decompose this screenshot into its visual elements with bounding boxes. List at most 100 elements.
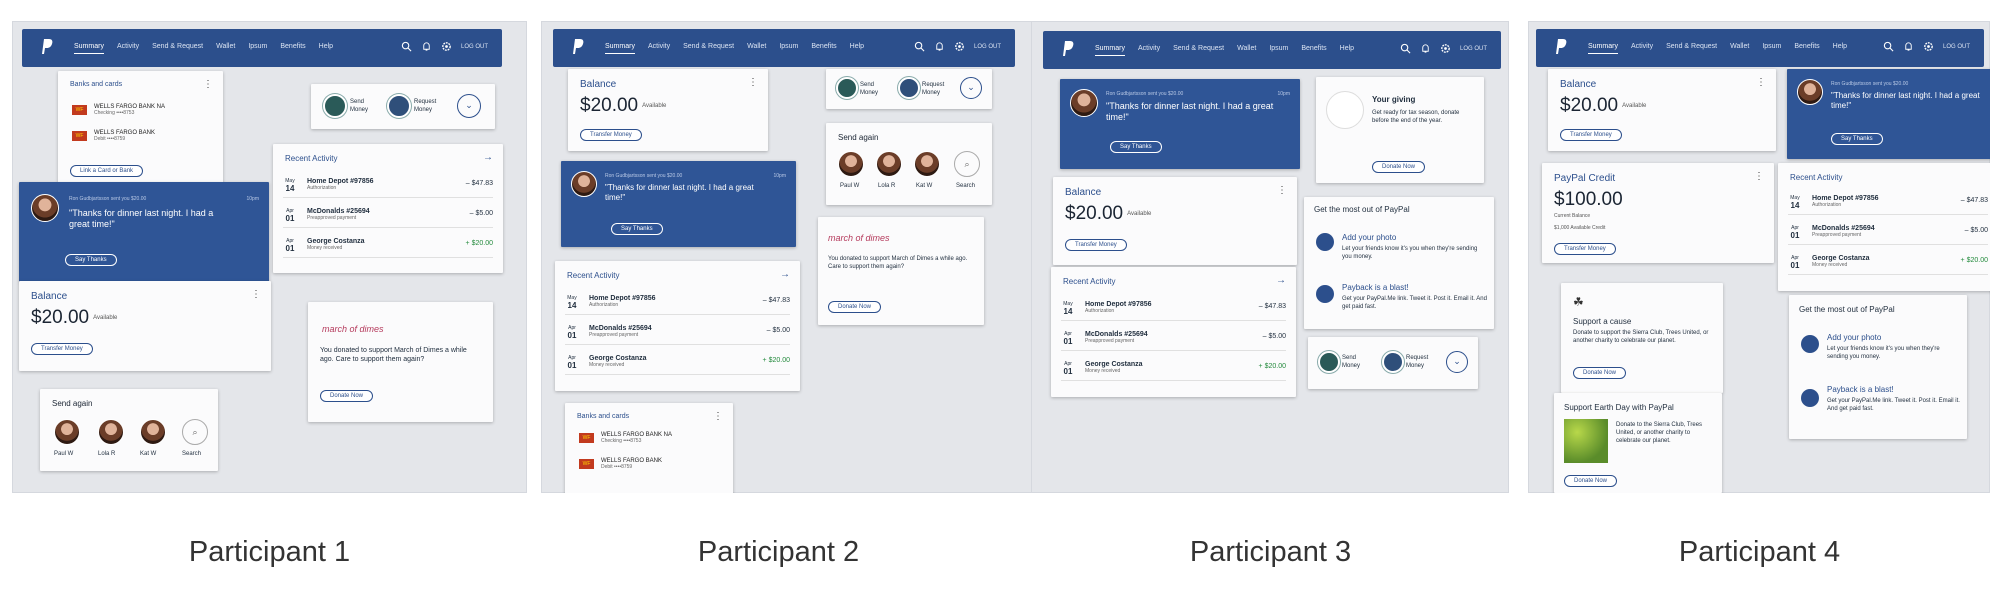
nav-ipsum[interactable]: Ipsum	[1762, 43, 1781, 50]
search-icon[interactable]: ⌕	[954, 151, 980, 177]
search-icon[interactable]: ⌕	[182, 419, 208, 445]
most-item-title[interactable]: Payback is a blast!	[1827, 385, 1894, 394]
nav-ipsum[interactable]: Ipsum	[779, 43, 798, 50]
transfer-money-button[interactable]: Transfer Money	[1554, 243, 1616, 255]
nav-wallet[interactable]: Wallet	[1730, 43, 1749, 50]
nav-ipsum[interactable]: Ipsum	[248, 43, 267, 50]
activity-row[interactable]: Apr 01 George Costanza Money received + $20.…	[565, 349, 790, 375]
arrow-right-icon[interactable]: →	[780, 269, 790, 280]
search-icon[interactable]	[1400, 43, 1411, 54]
request-money-label[interactable]: Request Money	[414, 98, 446, 114]
gear-icon[interactable]	[954, 41, 965, 52]
more-icon[interactable]: ⋮	[1277, 185, 1287, 196]
search-icon[interactable]	[914, 41, 925, 52]
activity-row[interactable]: Apr 01 McDonalds #25694 Preapproved payment…	[1788, 219, 1988, 245]
nav-help[interactable]: Help	[1340, 45, 1354, 52]
logout-link[interactable]: LOG OUT	[974, 44, 1001, 50]
activity-row[interactable]: Apr 01 McDonalds #25694 Preapproved payment…	[565, 319, 790, 345]
avatar[interactable]	[54, 419, 80, 445]
send-money-label[interactable]: Send Money	[860, 81, 888, 97]
nav-wallet[interactable]: Wallet	[1237, 45, 1256, 52]
say-thanks-button[interactable]: Say Thanks	[1831, 133, 1883, 145]
nav-send-request[interactable]: Send & Request	[1666, 43, 1717, 50]
bell-icon[interactable]	[1903, 41, 1914, 52]
send-money-label[interactable]: Send Money	[350, 98, 378, 114]
more-icon[interactable]: ⋮	[1754, 171, 1764, 182]
logout-link[interactable]: LOG OUT	[461, 44, 488, 50]
nav-activity[interactable]: Activity	[648, 43, 670, 50]
bell-icon[interactable]	[421, 41, 432, 52]
donate-now-button[interactable]: Donate Now	[320, 390, 374, 402]
chevron-down-icon[interactable]: ⌄	[1446, 351, 1468, 373]
nav-summary[interactable]: Summary	[605, 43, 635, 54]
activity-row[interactable]: Apr 01 George Costanza Money received + $20.…	[1788, 249, 1988, 275]
more-icon[interactable]: ⋮	[203, 79, 213, 90]
nav-send-request[interactable]: Send & Request	[1173, 45, 1224, 52]
say-thanks-button[interactable]: Say Thanks	[1110, 141, 1162, 153]
logout-link[interactable]: LOG OUT	[1460, 46, 1487, 52]
gear-icon[interactable]	[1923, 41, 1934, 52]
transfer-money-button[interactable]: Transfer Money	[1065, 239, 1127, 251]
send-money-icon[interactable]	[1318, 351, 1340, 373]
request-money-label[interactable]: Request Money	[1406, 354, 1438, 370]
chevron-down-icon[interactable]: ⌄	[457, 94, 481, 118]
say-thanks-button[interactable]: Say Thanks	[65, 254, 117, 266]
nav-summary[interactable]: Summary	[1095, 45, 1125, 56]
say-thanks-button[interactable]: Say Thanks	[611, 223, 663, 235]
transfer-money-button[interactable]: Transfer Money	[580, 129, 642, 141]
request-money-label[interactable]: Request Money	[922, 81, 954, 97]
transfer-money-button[interactable]: Transfer Money	[1560, 129, 1622, 141]
avatar[interactable]	[98, 419, 124, 445]
nav-benefits[interactable]: Benefits	[1794, 43, 1819, 50]
avatar[interactable]	[140, 419, 166, 445]
donate-now-button[interactable]: Donate Now	[828, 301, 882, 313]
bell-icon[interactable]	[1420, 43, 1431, 54]
request-money-icon[interactable]	[387, 94, 411, 118]
bell-icon[interactable]	[934, 41, 945, 52]
nav-benefits[interactable]: Benefits	[811, 43, 836, 50]
activity-row[interactable]: Apr 01 George Costanza Money received + $20.…	[1061, 355, 1286, 381]
nav-summary[interactable]: Summary	[1588, 43, 1618, 54]
donate-now-button[interactable]: Donate Now	[1372, 161, 1426, 173]
nav-summary[interactable]: Summary	[74, 43, 104, 54]
nav-activity[interactable]: Activity	[1631, 43, 1653, 50]
more-icon[interactable]: ⋮	[713, 411, 723, 422]
arrow-right-icon[interactable]: →	[483, 152, 493, 163]
avatar[interactable]	[914, 151, 940, 177]
more-icon[interactable]: ⋮	[1756, 77, 1766, 88]
send-money-icon[interactable]	[836, 77, 858, 99]
nav-ipsum[interactable]: Ipsum	[1269, 45, 1288, 52]
nav-send-request[interactable]: Send & Request	[152, 43, 203, 50]
nav-wallet[interactable]: Wallet	[216, 43, 235, 50]
nav-activity[interactable]: Activity	[1138, 45, 1160, 52]
activity-row[interactable]: May 14 Home Depot #97856 Authorization – $47…	[283, 172, 493, 198]
search-icon[interactable]	[401, 41, 412, 52]
nav-help[interactable]: Help	[850, 43, 864, 50]
nav-help[interactable]: Help	[1833, 43, 1847, 50]
most-item-title[interactable]: Payback is a blast!	[1342, 283, 1409, 292]
activity-row[interactable]: Apr 01 George Costanza Money received + $20.…	[283, 232, 493, 258]
logout-link[interactable]: LOG OUT	[1943, 44, 1970, 50]
transfer-money-button[interactable]: Transfer Money	[31, 343, 93, 355]
more-icon[interactable]: ⋮	[251, 289, 261, 300]
avatar[interactable]	[876, 151, 902, 177]
gear-icon[interactable]	[441, 41, 452, 52]
search-icon[interactable]	[1883, 41, 1894, 52]
nav-send-request[interactable]: Send & Request	[683, 43, 734, 50]
donate-now-button[interactable]: Donate Now	[1564, 475, 1618, 487]
activity-row[interactable]: Apr 01 McDonalds #25694 Preapproved payment…	[1061, 325, 1286, 351]
send-money-icon[interactable]	[323, 94, 347, 118]
activity-row[interactable]: May 14 Home Depot #97856 Authorization – $47…	[565, 289, 790, 315]
nav-help[interactable]: Help	[319, 43, 333, 50]
more-icon[interactable]: ⋮	[748, 77, 758, 88]
nav-benefits[interactable]: Benefits	[1301, 45, 1326, 52]
most-item-title[interactable]: Add your photo	[1827, 333, 1881, 342]
arrow-right-icon[interactable]: →	[1276, 275, 1286, 286]
activity-row[interactable]: May 14 Home Depot #97856 Authorization – $47…	[1788, 189, 1988, 215]
activity-row[interactable]: Apr 01 McDonalds #25694 Preapproved payment…	[283, 202, 493, 228]
gear-icon[interactable]	[1440, 43, 1451, 54]
avatar[interactable]	[838, 151, 864, 177]
nav-benefits[interactable]: Benefits	[280, 43, 305, 50]
link-card-button[interactable]: Link a Card or Bank	[70, 165, 144, 177]
nav-activity[interactable]: Activity	[117, 43, 139, 50]
